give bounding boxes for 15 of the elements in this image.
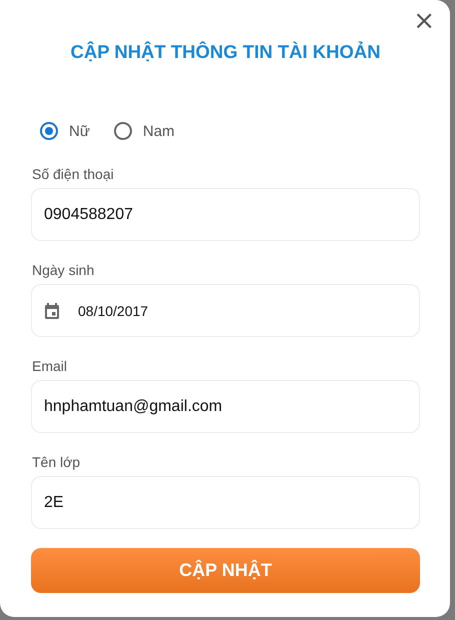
calendar-icon[interactable]: [42, 300, 62, 320]
radio-button[interactable]: [40, 122, 58, 140]
input-field[interactable]: 0904588207: [31, 188, 420, 241]
field-label: Ngày sinh: [32, 262, 96, 278]
radio-label[interactable]: Nữ: [69, 122, 90, 140]
field-label: Email: [32, 358, 68, 374]
field-label: Số điện thoại: [32, 166, 115, 182]
radio-label[interactable]: Nam: [142, 122, 175, 140]
radio-button[interactable]: [114, 122, 132, 140]
date-field[interactable]: 08/10/2017: [31, 284, 420, 337]
input-field[interactable]: 2E: [31, 476, 420, 529]
dialog-title: CẬP NHẬT THÔNG TIN TÀI KHOẢN: [69, 40, 382, 63]
field-label: Tên lớp: [32, 454, 82, 470]
close-button[interactable]: ×: [411, 8, 437, 34]
input-field[interactable]: hnphamtuan@gmail.com: [31, 380, 420, 433]
